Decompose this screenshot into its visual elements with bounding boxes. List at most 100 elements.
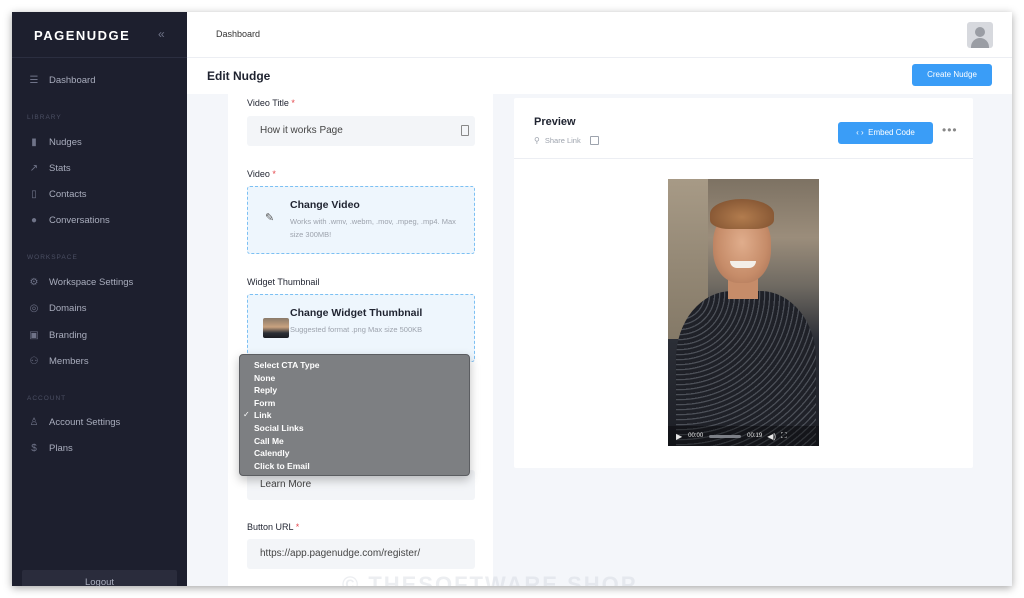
create-nudge-button[interactable]: Create Nudge bbox=[912, 64, 992, 86]
video-upload-dropzone[interactable]: ✎ Change Video Works with .wmv, .webm, .… bbox=[247, 186, 475, 254]
sidebar-item-plans[interactable]: $ Plans bbox=[27, 439, 73, 457]
nudges-icon: ▮ bbox=[31, 136, 37, 148]
fullscreen-icon[interactable]: ⛶ bbox=[781, 431, 787, 441]
avatar[interactable] bbox=[967, 22, 993, 48]
topbar: Dashboard bbox=[187, 12, 1012, 58]
divider bbox=[12, 57, 187, 58]
copy-icon[interactable] bbox=[589, 136, 599, 145]
dropdown-option[interactable]: Click to Email bbox=[240, 460, 469, 473]
play-icon[interactable]: ▶ bbox=[676, 432, 682, 441]
required-mark: * bbox=[272, 169, 276, 179]
sidebar-item-contacts[interactable]: ▯ Contacts bbox=[27, 185, 87, 203]
section-label-library: LIBRARY bbox=[27, 114, 62, 121]
button-url-input[interactable]: https://app.pagenudge.com/register/ bbox=[247, 539, 475, 569]
option-label: Link bbox=[254, 410, 272, 421]
paperclip-icon: ✎ bbox=[265, 212, 275, 224]
dropdown-option[interactable]: Form bbox=[240, 397, 469, 410]
video-title-input[interactable]: How it works Page bbox=[247, 116, 475, 146]
dropdown-option[interactable]: Call Me bbox=[240, 435, 469, 448]
checkmark-icon: ✓ bbox=[243, 410, 250, 420]
sidebar-item-label: Contacts bbox=[49, 188, 87, 200]
logo: PAGENUDGE bbox=[34, 28, 131, 43]
volume-icon[interactable]: ◀) bbox=[767, 432, 776, 441]
button-label: Embed Code bbox=[868, 128, 915, 137]
label-text: Video Title bbox=[247, 98, 289, 108]
share-link-label: Share Link bbox=[544, 136, 581, 145]
upload-hint: Suggested format .png Max size 500KB bbox=[290, 325, 423, 334]
more-options-icon[interactable]: ••• bbox=[942, 123, 958, 137]
thumbnail-preview bbox=[263, 318, 289, 338]
sidebar-item-branding[interactable]: ▣ Branding bbox=[27, 326, 87, 344]
dropdown-option[interactable]: None bbox=[240, 372, 469, 385]
preview-title: Preview bbox=[534, 116, 576, 128]
page-header: Edit Nudge Create Nudge bbox=[187, 58, 1012, 94]
avatar-head bbox=[975, 27, 985, 37]
label-text: Button URL bbox=[247, 522, 294, 532]
gear-icon: ⚙ bbox=[29, 276, 39, 288]
divider bbox=[514, 158, 973, 159]
section-label-workspace: WORKSPACE bbox=[27, 254, 78, 261]
video-person-smile bbox=[730, 261, 756, 268]
sidebar-item-label: Stats bbox=[49, 162, 71, 174]
widget-thumbnail-label: Widget Thumbnail bbox=[247, 277, 320, 287]
video-person-shirt bbox=[676, 291, 816, 446]
video-label: Video * bbox=[247, 169, 276, 179]
user-icon: ♙ bbox=[29, 416, 39, 428]
sidebar-item-label: Dashboard bbox=[49, 74, 96, 86]
sidebar-item-dashboard[interactable]: ☰ Dashboard bbox=[27, 71, 96, 89]
video-controls: ▶ 00:00 00:19 ◀) ⛶ bbox=[668, 426, 819, 446]
video-title-label: Video Title * bbox=[247, 98, 295, 108]
sidebar-item-label: Domains bbox=[49, 302, 87, 314]
sidebar-item-workspace-settings[interactable]: ⚙ Workspace Settings bbox=[27, 273, 134, 291]
sidebar-item-label: Branding bbox=[49, 329, 88, 341]
branding-icon: ▣ bbox=[29, 329, 39, 341]
members-icon: ⚇ bbox=[29, 355, 39, 367]
required-mark: * bbox=[295, 522, 300, 532]
sidebar-item-members[interactable]: ⚇ Members bbox=[27, 352, 89, 370]
upload-hint: Works with .wmv, .webm, .mov, .mpeg, .mp… bbox=[290, 217, 456, 239]
sidebar-item-account-settings[interactable]: ♙ Account Settings bbox=[27, 413, 121, 431]
globe-icon: ◎ bbox=[29, 302, 39, 314]
embed-code-button[interactable]: ‹ › Embed Code bbox=[838, 122, 933, 144]
sidebar-item-label: Workspace Settings bbox=[49, 276, 134, 288]
logout-button[interactable]: Logout bbox=[22, 570, 177, 586]
page-title: Edit Nudge bbox=[207, 69, 271, 83]
sidebar-item-conversations[interactable]: ● Conversations bbox=[27, 211, 110, 229]
sidebar-item-label: Conversations bbox=[49, 214, 110, 226]
avatar-body bbox=[971, 38, 989, 48]
input-value: Learn More bbox=[260, 479, 312, 490]
dropdown-option[interactable]: Reply bbox=[240, 384, 469, 397]
sidebar-item-label: Plans bbox=[49, 442, 73, 454]
sidebar-item-label: Members bbox=[49, 355, 89, 367]
document-icon bbox=[461, 125, 469, 136]
preview-panel: Preview ⚲ Share Link ‹ › Embed Code ••• … bbox=[514, 98, 973, 468]
stats-icon: ↗ bbox=[29, 162, 39, 174]
label-text: Video bbox=[247, 169, 270, 179]
dropdown-option-selected[interactable]: ✓ Link bbox=[240, 409, 469, 422]
video-player[interactable]: ▶ 00:00 00:19 ◀) ⛶ bbox=[668, 179, 819, 446]
sidebar-item-nudges[interactable]: ▮ Nudges bbox=[27, 133, 82, 151]
double-chevron-left-icon[interactable]: « bbox=[158, 27, 165, 41]
sidebar-item-domains[interactable]: ◎ Domains bbox=[27, 299, 87, 317]
app-window: PAGENUDGE « ☰ Dashboard LIBRARY ▮ Nudges… bbox=[12, 12, 1012, 586]
sidebar-item-label: Account Settings bbox=[49, 416, 121, 428]
watermark: © THESOFTWARE.SHOP bbox=[342, 572, 638, 586]
seek-bar[interactable] bbox=[709, 434, 742, 438]
thumbnail-upload-dropzone[interactable]: Change Widget Thumbnail Suggested format… bbox=[247, 294, 475, 362]
dropdown-option[interactable]: Social Links bbox=[240, 422, 469, 435]
breadcrumb[interactable]: Dashboard bbox=[216, 29, 260, 39]
code-icon: ‹ › bbox=[856, 128, 864, 137]
required-mark: * bbox=[291, 98, 295, 108]
edit-form: Video Title * How it works Page Video * … bbox=[228, 94, 493, 586]
menu-icon: ☰ bbox=[29, 74, 39, 86]
cta-type-dropdown[interactable]: Select CTA Type None Reply Form ✓ Link So… bbox=[239, 354, 470, 476]
dropdown-option[interactable]: Calendly bbox=[240, 447, 469, 460]
messenger-icon: ● bbox=[30, 214, 38, 226]
sidebar-item-label: Nudges bbox=[49, 136, 82, 148]
current-time: 00:00 bbox=[688, 433, 704, 439]
contacts-icon: ▯ bbox=[31, 188, 37, 200]
sidebar-item-stats[interactable]: ↗ Stats bbox=[27, 159, 71, 177]
share-link[interactable]: ⚲ Share Link bbox=[534, 136, 599, 145]
upload-title: Change Video bbox=[290, 199, 360, 211]
dropdown-option[interactable]: Select CTA Type bbox=[240, 359, 469, 372]
